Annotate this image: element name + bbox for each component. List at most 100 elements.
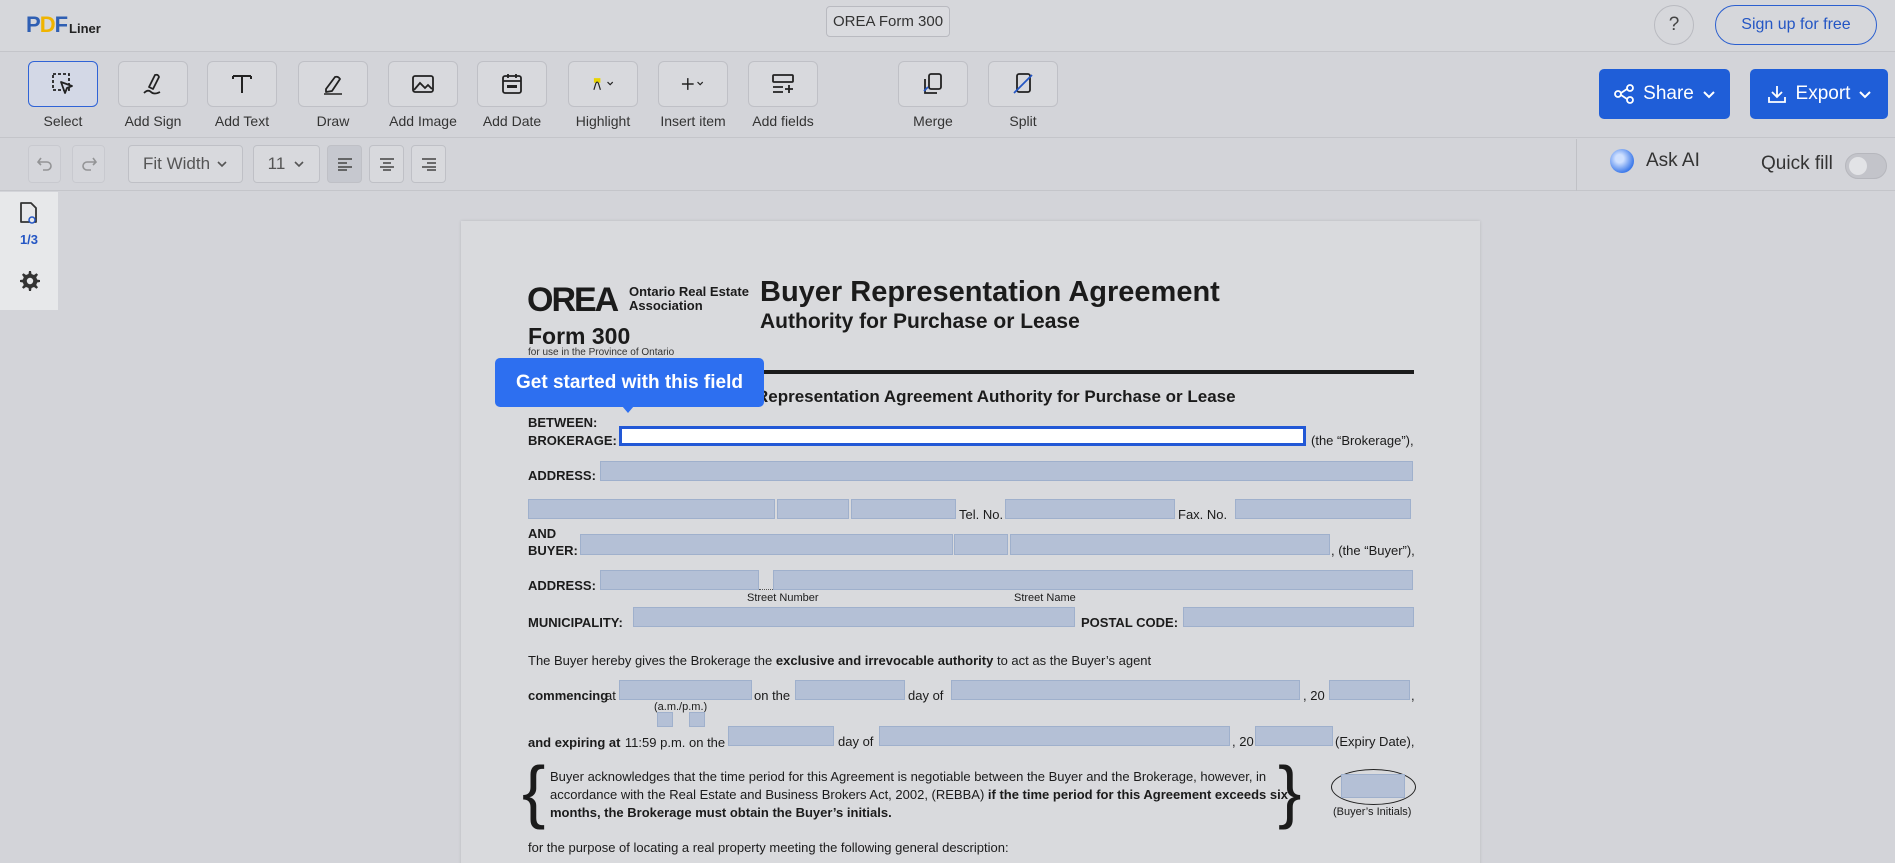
street-name-caption: Street Name — [1014, 592, 1076, 604]
commencing-on-the: on the — [754, 688, 791, 703]
align-center-icon — [379, 158, 394, 171]
ask-ai-button[interactable]: Ask AI — [1610, 149, 1700, 173]
tel-field[interactable] — [1005, 499, 1175, 519]
expiry-month-field[interactable] — [879, 726, 1230, 746]
pm-checkbox[interactable] — [689, 712, 705, 727]
signup-button[interactable]: Sign up for free — [1715, 5, 1877, 45]
font-size-select[interactable]: 11 — [253, 145, 320, 183]
brokerage-address-field[interactable] — [600, 461, 1413, 481]
fields-icon — [772, 74, 794, 93]
expiry-day-field[interactable] — [728, 726, 834, 746]
expiry-year-field[interactable] — [1255, 726, 1333, 746]
street-number-field[interactable] — [600, 570, 759, 590]
authority-text-post: to act as the Buyer’s agent — [993, 653, 1152, 668]
fax-field[interactable] — [1235, 499, 1411, 519]
assoc-line-1: Ontario Real Estate — [629, 284, 749, 299]
side-panel: 1/3 — [0, 192, 58, 310]
am-checkbox[interactable] — [657, 712, 673, 727]
quick-fill-toggle[interactable] — [1845, 153, 1887, 179]
brokerage-city-field[interactable] — [528, 499, 775, 519]
purpose-sentence: for the purpose of locating a real prope… — [528, 840, 1009, 855]
align-center-button[interactable] — [369, 145, 404, 183]
undo-button[interactable] — [28, 145, 61, 183]
settings-button[interactable] — [0, 268, 58, 299]
split-icon — [1013, 73, 1033, 94]
share-button[interactable]: Share — [1599, 69, 1730, 119]
main-toolbar: Select Add Sign Add Text Draw Add Image … — [0, 53, 1895, 138]
buyer-field-1[interactable] — [580, 534, 953, 555]
commencing-year-field[interactable] — [1329, 680, 1410, 700]
chevron-down-icon — [1859, 91, 1872, 99]
expiry-day-of: day of — [838, 734, 874, 749]
chevron-down-icon — [294, 161, 304, 168]
pages-button[interactable]: 1/3 — [0, 200, 58, 247]
get-started-tooltip[interactable]: Get started with this field — [495, 358, 764, 407]
help-button[interactable]: ? — [1654, 5, 1694, 45]
postal-code-label: POSTAL CODE: — [1081, 615, 1179, 630]
tool-add-image-label: Add Image — [389, 113, 457, 129]
tool-split[interactable]: Split — [978, 61, 1068, 129]
tool-draw[interactable]: Draw — [288, 61, 378, 129]
plus-icon — [681, 78, 704, 90]
postal-code-field[interactable] — [1183, 607, 1414, 627]
tool-add-sign[interactable]: Add Sign — [108, 61, 198, 129]
pdfliner-logo[interactable]: PDF Liner — [26, 12, 101, 38]
buyer-initials-field[interactable] — [1341, 774, 1405, 798]
share-label: Share — [1643, 83, 1694, 104]
commencing-day-field[interactable] — [795, 680, 905, 700]
street-name-field[interactable] — [773, 570, 1413, 590]
buyer-field-3[interactable] — [1010, 534, 1330, 555]
tool-highlight[interactable]: Highlight — [558, 61, 648, 129]
between-label: BETWEEN: — [528, 415, 598, 430]
ack-line-2-bold: if the time period for this Agreement ex… — [987, 787, 1288, 802]
align-right-button[interactable] — [411, 145, 446, 183]
logo-liner-text: Liner — [69, 21, 101, 36]
expiry-year-prefix: , 20 — [1232, 734, 1254, 749]
download-icon — [1767, 86, 1786, 103]
authority-text-pre: The Buyer hereby gives the Brokerage the — [528, 653, 776, 668]
format-divider — [1576, 139, 1577, 191]
tool-merge[interactable]: Merge — [888, 61, 978, 129]
text-icon — [232, 75, 252, 93]
brokerage-label: BROKERAGE: — [528, 433, 617, 448]
tool-split-label: Split — [1009, 113, 1037, 129]
tool-add-fields-label: Add fields — [752, 113, 814, 129]
brokerage-postal-field[interactable] — [851, 499, 956, 519]
commencing-time-field[interactable] — [619, 680, 752, 700]
buyer-field-2[interactable] — [954, 534, 1008, 555]
tool-add-fields[interactable]: Add fields — [738, 61, 828, 129]
export-button[interactable]: Export — [1750, 69, 1888, 119]
municipality-label: MUNICIPALITY: — [528, 615, 623, 630]
form-subtitle-2: Authority for Purchase or Lease — [760, 310, 1080, 333]
merge-icon — [923, 73, 942, 94]
expiry-date-label: (Expiry Date), — [1335, 734, 1415, 749]
redo-button[interactable] — [72, 145, 105, 183]
authority-sentence: The Buyer hereby gives the Brokerage the… — [528, 653, 1151, 668]
brokerage-province-field[interactable] — [777, 499, 849, 519]
form-subtitle: for use in the Province of Ontario — [528, 347, 675, 358]
commencing-month-field[interactable] — [951, 680, 1300, 700]
form-number: Form 300 — [528, 323, 631, 349]
tool-select[interactable]: Select — [18, 61, 108, 129]
tool-add-text[interactable]: Add Text — [197, 61, 287, 129]
share-icon — [1614, 84, 1635, 104]
tool-add-date-label: Add Date — [482, 113, 542, 129]
export-label: Export — [1795, 83, 1851, 104]
buyer-address-label: ADDRESS: — [528, 578, 596, 593]
orea-logo: OREA — [527, 281, 619, 319]
tool-add-image[interactable]: Add Image — [378, 61, 468, 129]
redo-icon — [81, 157, 97, 171]
municipality-field[interactable] — [633, 607, 1075, 627]
zoom-select[interactable]: Fit Width — [128, 145, 243, 183]
draw-icon — [324, 75, 342, 95]
tool-add-date[interactable]: Add Date — [467, 61, 557, 129]
tool-draw-label: Draw — [316, 113, 350, 129]
brokerage-field[interactable] — [619, 426, 1306, 446]
document-title[interactable]: OREA Form 300 — [826, 6, 951, 37]
align-left-button[interactable] — [327, 145, 362, 183]
tool-add-sign-label: Add Sign — [124, 113, 182, 129]
ack-line-3: months, the Brokerage must obtain the Bu… — [550, 805, 892, 820]
tool-insert-item[interactable]: Insert item — [648, 61, 738, 129]
logo-letter-f: F — [54, 12, 68, 37]
left-brace: { — [522, 752, 546, 830]
